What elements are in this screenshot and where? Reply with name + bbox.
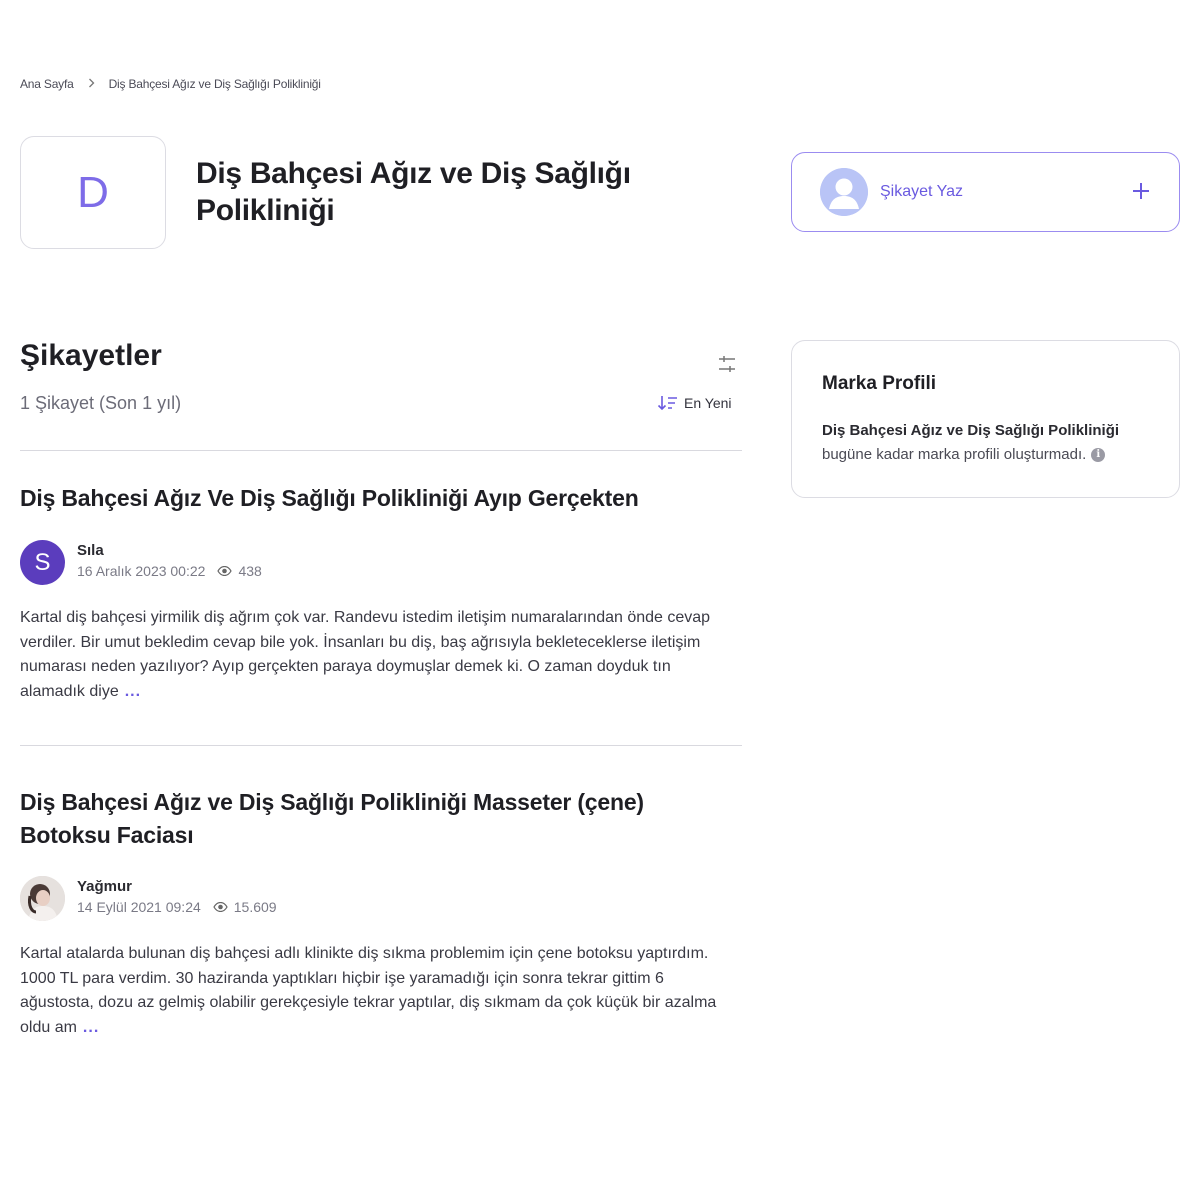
- avatar: [20, 876, 65, 921]
- avatar-letter: S: [34, 548, 51, 576]
- eye-icon: [213, 902, 228, 912]
- brand-profile-card: Marka Profili Diş Bahçesi Ağız ve Diş Sa…: [791, 340, 1180, 498]
- complaint-title-link[interactable]: Diş Bahçesi Ağız ve Diş Sağlığı Poliklin…: [20, 786, 720, 852]
- brand-profile-text-row: bugüne kadar marka profili oluşturmadı. …: [822, 443, 1149, 467]
- complaint-meta: 16 Aralık 2023 00:22 438: [77, 563, 262, 579]
- eye-icon: [217, 566, 233, 576]
- write-complaint-button[interactable]: Şikayet Yaz: [791, 152, 1180, 232]
- view-count: 438: [238, 563, 262, 579]
- sort-dropdown[interactable]: En Yeni: [657, 395, 732, 411]
- complaint-date: 14 Eylül 2021 09:24: [77, 899, 201, 915]
- filter-sliders-icon[interactable]: [716, 353, 738, 375]
- brand-logo: D: [20, 136, 166, 249]
- read-more-button[interactable]: ...: [83, 1019, 99, 1036]
- divider: [20, 450, 742, 451]
- avatar: S: [20, 540, 65, 585]
- author-name: Yağmur: [77, 878, 133, 895]
- chevron-right-icon: [88, 77, 95, 91]
- complaint-title-link[interactable]: Diş Bahçesi Ağız Ve Diş Sağlığı Poliklin…: [20, 482, 720, 515]
- complaint-body-text: Kartal atalarda bulunan diş bahçesi adlı…: [20, 945, 717, 1036]
- breadcrumb: Ana Sayfa Diş Bahçesi Ağız ve Diş Sağlığ…: [20, 77, 321, 91]
- complaint-meta: 14 Eylül 2021 09:24 15.609: [77, 899, 277, 915]
- page-title: Diş Bahçesi Ağız ve Diş Sağlığı Poliklin…: [196, 157, 631, 227]
- user-avatar-icon: [820, 168, 868, 216]
- brand-logo-letter: D: [77, 167, 109, 217]
- author-name: Sıla: [77, 542, 104, 559]
- complaint-body-text: Kartal diş bahçesi yirmilik diş ağrım ço…: [20, 609, 711, 700]
- complaint-body[interactable]: Kartal diş bahçesi yirmilik diş ağrım ço…: [20, 606, 732, 704]
- brand-profile-name: Diş Bahçesi Ağız ve Diş Sağlığı Poliklin…: [822, 422, 1120, 439]
- read-more-button[interactable]: ...: [125, 683, 141, 700]
- complaint-date: 16 Aralık 2023 00:22: [77, 563, 206, 579]
- view-count: 15.609: [233, 899, 277, 915]
- write-complaint-label: Şikayet Yaz: [880, 183, 964, 200]
- complaint-body[interactable]: Kartal atalarda bulunan diş bahçesi adlı…: [20, 942, 732, 1040]
- breadcrumb-home-link[interactable]: Ana Sayfa: [20, 77, 74, 91]
- complaints-count: 1 Şikayet (Son 1 yıl): [20, 393, 182, 413]
- sort-icon: [657, 396, 677, 411]
- brand-profile-title: Marka Profili: [822, 373, 937, 394]
- divider: [20, 745, 742, 746]
- breadcrumb-current: Diş Bahçesi Ağız ve Diş Sağlığı Poliklin…: [108, 77, 321, 91]
- user-photo-icon: [20, 876, 65, 921]
- info-icon[interactable]: i: [1091, 448, 1106, 462]
- plus-icon: [1131, 178, 1151, 206]
- complaints-section-title: Şikayetler: [20, 339, 162, 372]
- sort-label: En Yeni: [684, 395, 732, 411]
- brand-profile-text: bugüne kadar marka profili oluşturmadı.: [822, 446, 1087, 463]
